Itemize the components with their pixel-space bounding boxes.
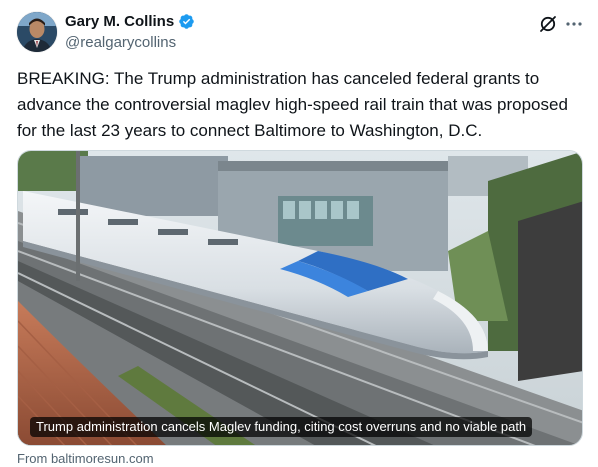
user-handle[interactable]: @realgarycollins <box>65 34 176 51</box>
tweet-header: Gary M. Collins @realgarycollins <box>0 0 598 60</box>
verified-badge-icon <box>178 13 195 30</box>
avatar[interactable] <box>17 12 57 52</box>
more-options-icon[interactable] <box>565 14 583 34</box>
display-name[interactable]: Gary M. Collins <box>65 13 174 30</box>
media-caption: Trump administration cancels Maglev fund… <box>30 417 533 437</box>
link-card-media[interactable]: Trump administration cancels Maglev fund… <box>17 150 583 446</box>
avatar-image <box>17 12 57 52</box>
link-source[interactable]: From baltimoresun.com <box>17 451 154 466</box>
maglev-train-image <box>18 151 582 445</box>
grok-icon[interactable] <box>538 14 558 34</box>
tweet-text: BREAKING: The Trump administration has c… <box>17 69 573 140</box>
name-row: Gary M. Collins <box>65 13 195 30</box>
